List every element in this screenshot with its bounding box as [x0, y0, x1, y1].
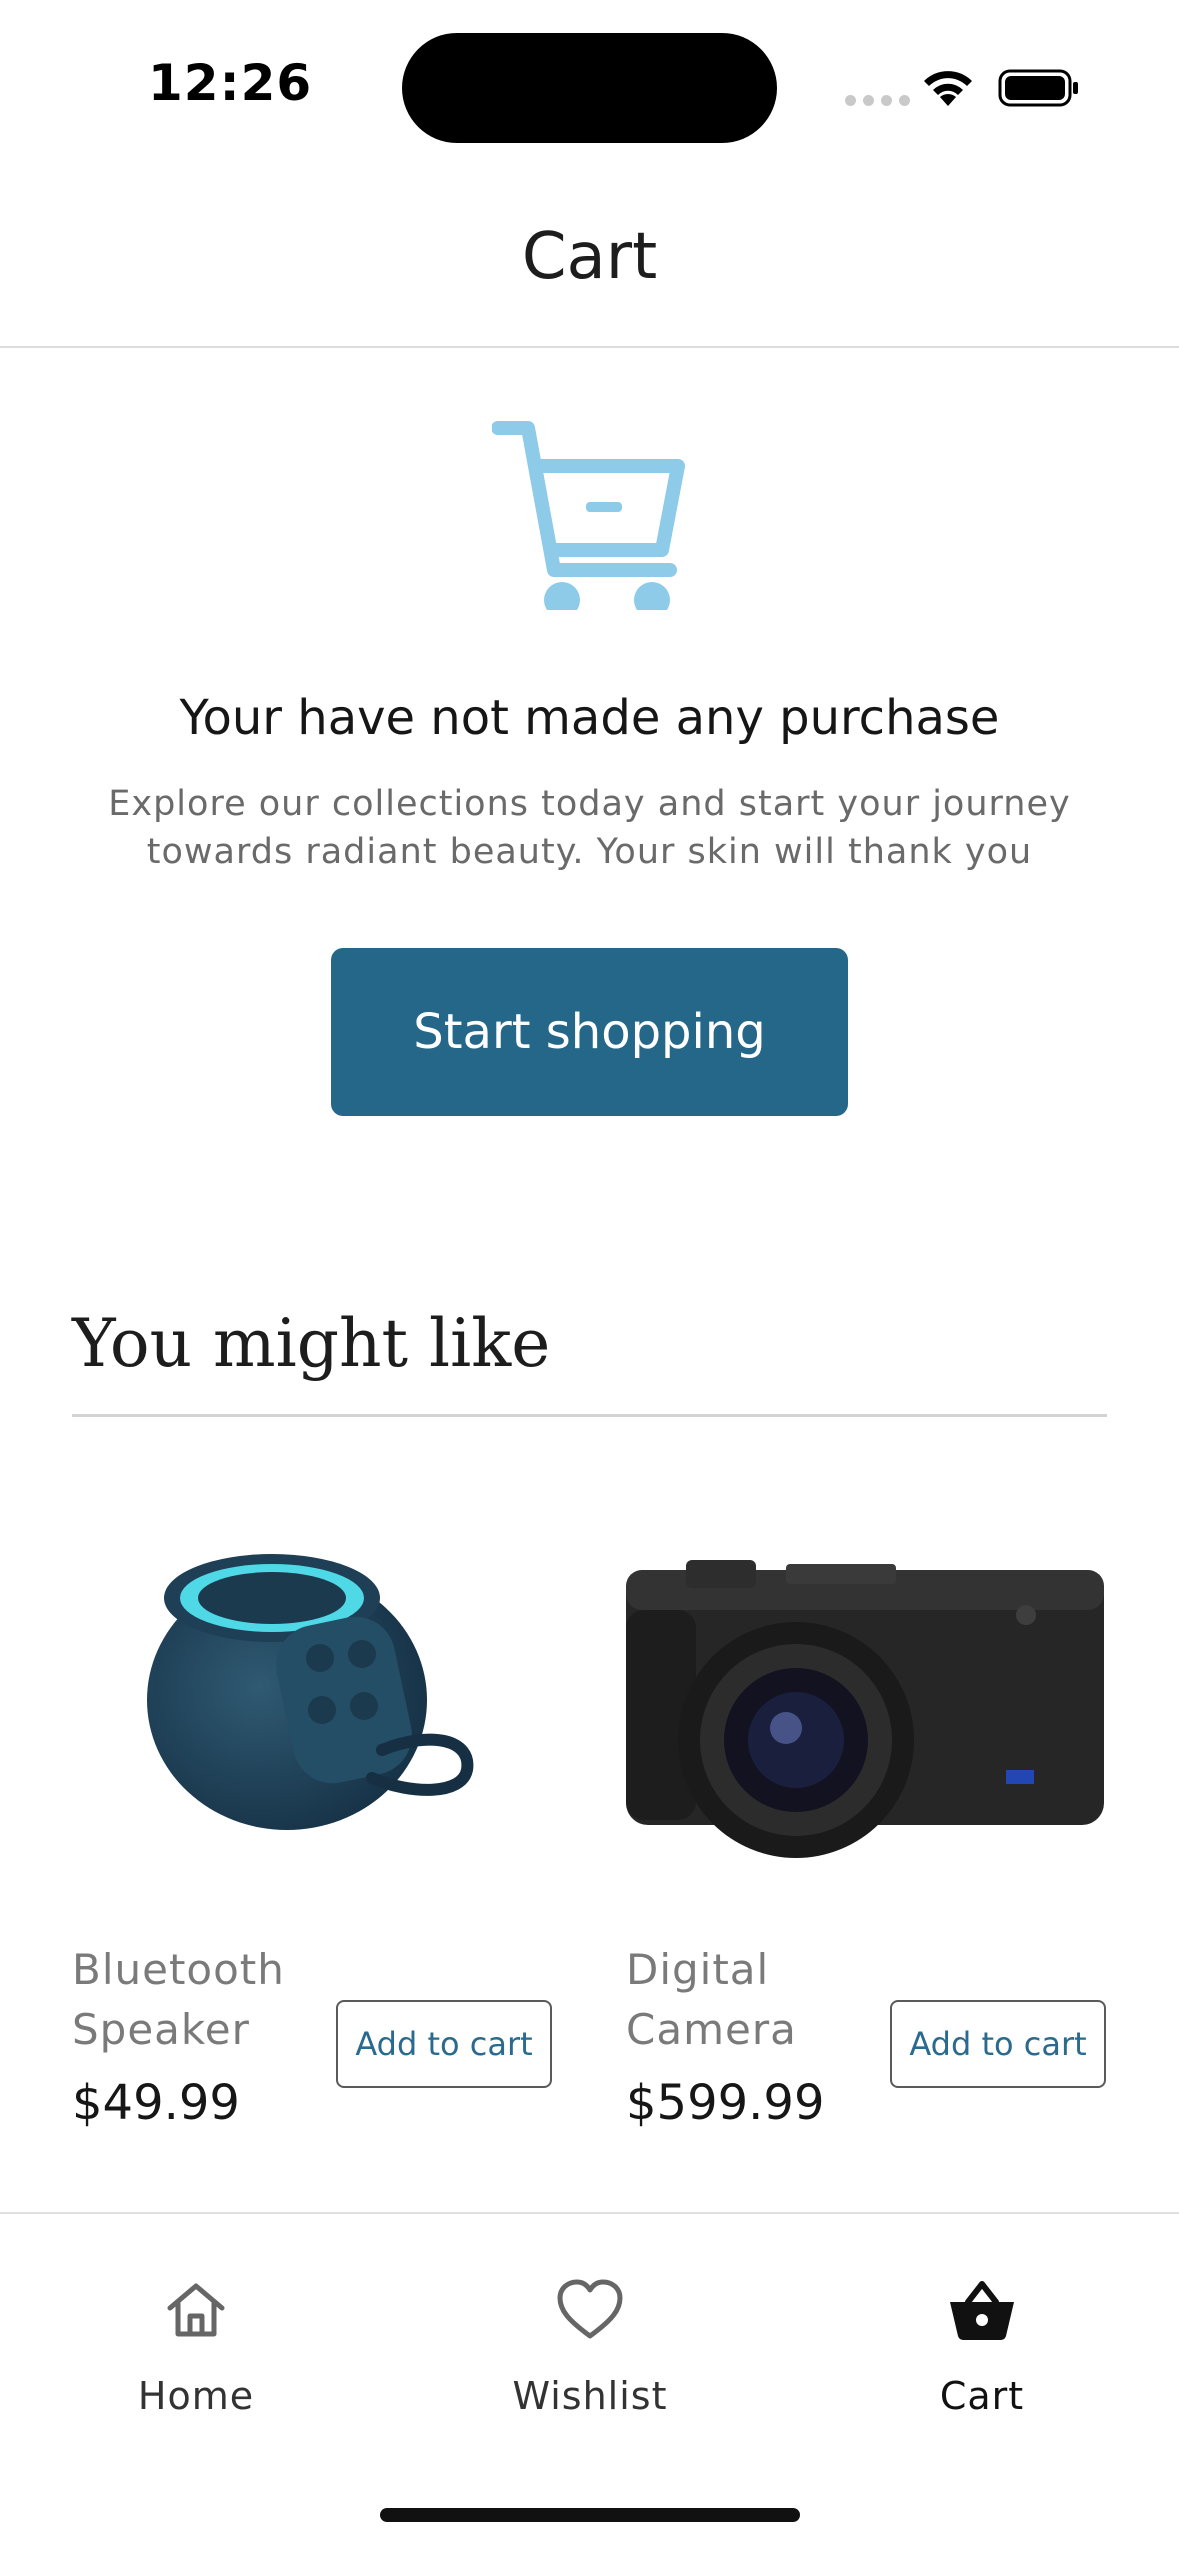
- wifi-icon: [924, 71, 972, 106]
- product-name: Bluetooth Speaker: [72, 1945, 285, 2054]
- add-to-cart-button[interactable]: Add to cart: [890, 2000, 1106, 2088]
- empty-state-description: Explore our collections today and start …: [108, 784, 1071, 872]
- home-icon: [167, 2283, 225, 2337]
- digital-camera-image: [626, 1560, 1104, 1858]
- heart-icon: [557, 2279, 623, 2339]
- nav-item-wishlist[interactable]: Wishlist: [460, 2274, 720, 2434]
- section-title-recommendations: You might like: [72, 1305, 551, 1382]
- cart-screen: 12:26 Cart Your have not made any purcha…: [0, 0, 1179, 2556]
- product-name: Digital Camera: [626, 1945, 797, 2054]
- product-price: $599.99: [626, 2075, 825, 2131]
- empty-state-title: Your have not made any purchase: [179, 690, 1000, 746]
- page-title: Cart: [521, 220, 658, 294]
- bottom-navigation: Home Wishlist Cart: [0, 2212, 1179, 2556]
- nav-label-wishlist: Wishlist: [512, 2374, 668, 2418]
- basket-icon: [950, 2281, 1014, 2340]
- start-shopping-button[interactable]: Start shopping: [331, 948, 848, 1116]
- bluetooth-speaker-image: [147, 1554, 474, 1830]
- product-card-bluetooth-speaker[interactable]: Bluetooth Speaker $49.99 Add to cart: [72, 1520, 552, 2140]
- product-card-digital-camera[interactable]: Digital Camera $599.99 Add to cart: [626, 1520, 1106, 2140]
- battery-icon: [998, 69, 1078, 107]
- home-indicator[interactable]: [380, 2508, 800, 2522]
- header: Cart: [0, 170, 1179, 348]
- cellular-signal-icon: [845, 95, 910, 106]
- cart-minus-icon: [492, 421, 685, 610]
- section-divider: [72, 1414, 1107, 1417]
- nav-item-cart[interactable]: Cart: [852, 2274, 1112, 2434]
- nav-label-cart: Cart: [939, 2374, 1025, 2418]
- status-time: 12:26: [148, 54, 313, 112]
- add-to-cart-button[interactable]: Add to cart: [336, 2000, 552, 2088]
- nav-label-home: Home: [137, 2374, 255, 2418]
- status-bar: 12:26: [0, 0, 1179, 170]
- nav-item-home[interactable]: Home: [66, 2274, 326, 2434]
- dynamic-island: [402, 33, 777, 143]
- product-price: $49.99: [72, 2075, 240, 2131]
